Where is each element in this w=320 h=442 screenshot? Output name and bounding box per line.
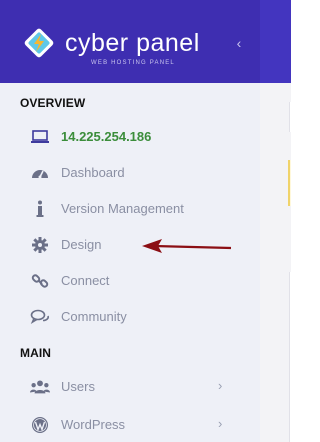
speedometer-icon — [30, 163, 50, 183]
chat-bubbles-icon — [30, 307, 50, 327]
section-main: MAIN — [20, 346, 52, 360]
sidebar-item-version-management[interactable]: Version Management — [0, 194, 260, 224]
sidebar-item-label: WordPress — [61, 417, 126, 432]
sidebar-item-label: 14.225.254.186 — [61, 129, 152, 144]
brand-header: cyber panel WEB HOSTING PANEL ‹ — [0, 0, 260, 83]
cyberpanel-logo-icon — [24, 28, 54, 58]
wordpress-icon — [30, 415, 50, 435]
sidebar-item-dashboard[interactable]: Dashboard — [0, 158, 260, 188]
brand-subtitle: WEB HOSTING PANEL — [91, 60, 175, 66]
laptop-icon — [30, 127, 50, 147]
sidebar-item-ip-address[interactable]: 14.225.254.186 — [0, 122, 260, 152]
sidebar-item-community[interactable]: Community — [0, 302, 260, 332]
gear-icon — [30, 235, 50, 255]
sidebar-item-users[interactable]: Users › — [0, 372, 260, 402]
sidebar-item-wordpress[interactable]: WordPress › — [0, 410, 260, 440]
sidebar-item-label: Community — [61, 309, 127, 324]
chevron-right-icon: › — [218, 378, 223, 393]
sidebar-collapse-button[interactable]: ‹ — [232, 34, 246, 52]
section-overview: OVERVIEW — [20, 96, 86, 110]
notice-card — [288, 160, 291, 206]
sidebar-item-label: Dashboard — [61, 165, 125, 180]
users-icon — [30, 377, 50, 397]
main-content-area — [260, 83, 291, 442]
link-icon — [30, 271, 50, 291]
sidebar-item-label: Connect — [61, 273, 110, 288]
sidebar-item-label: Users — [61, 379, 95, 394]
sidebar-item-label: Version Management — [61, 201, 184, 216]
info-icon — [30, 199, 50, 219]
top-bar — [260, 0, 291, 83]
annotation-arrow-icon — [142, 239, 232, 253]
content-card — [289, 102, 291, 132]
chevron-right-icon: › — [218, 416, 223, 431]
sidebar-item-connect[interactable]: Connect — [0, 266, 260, 296]
brand-name: cyber panel — [65, 29, 200, 57]
content-card — [289, 272, 291, 442]
sidebar-item-label: Design — [61, 237, 102, 252]
